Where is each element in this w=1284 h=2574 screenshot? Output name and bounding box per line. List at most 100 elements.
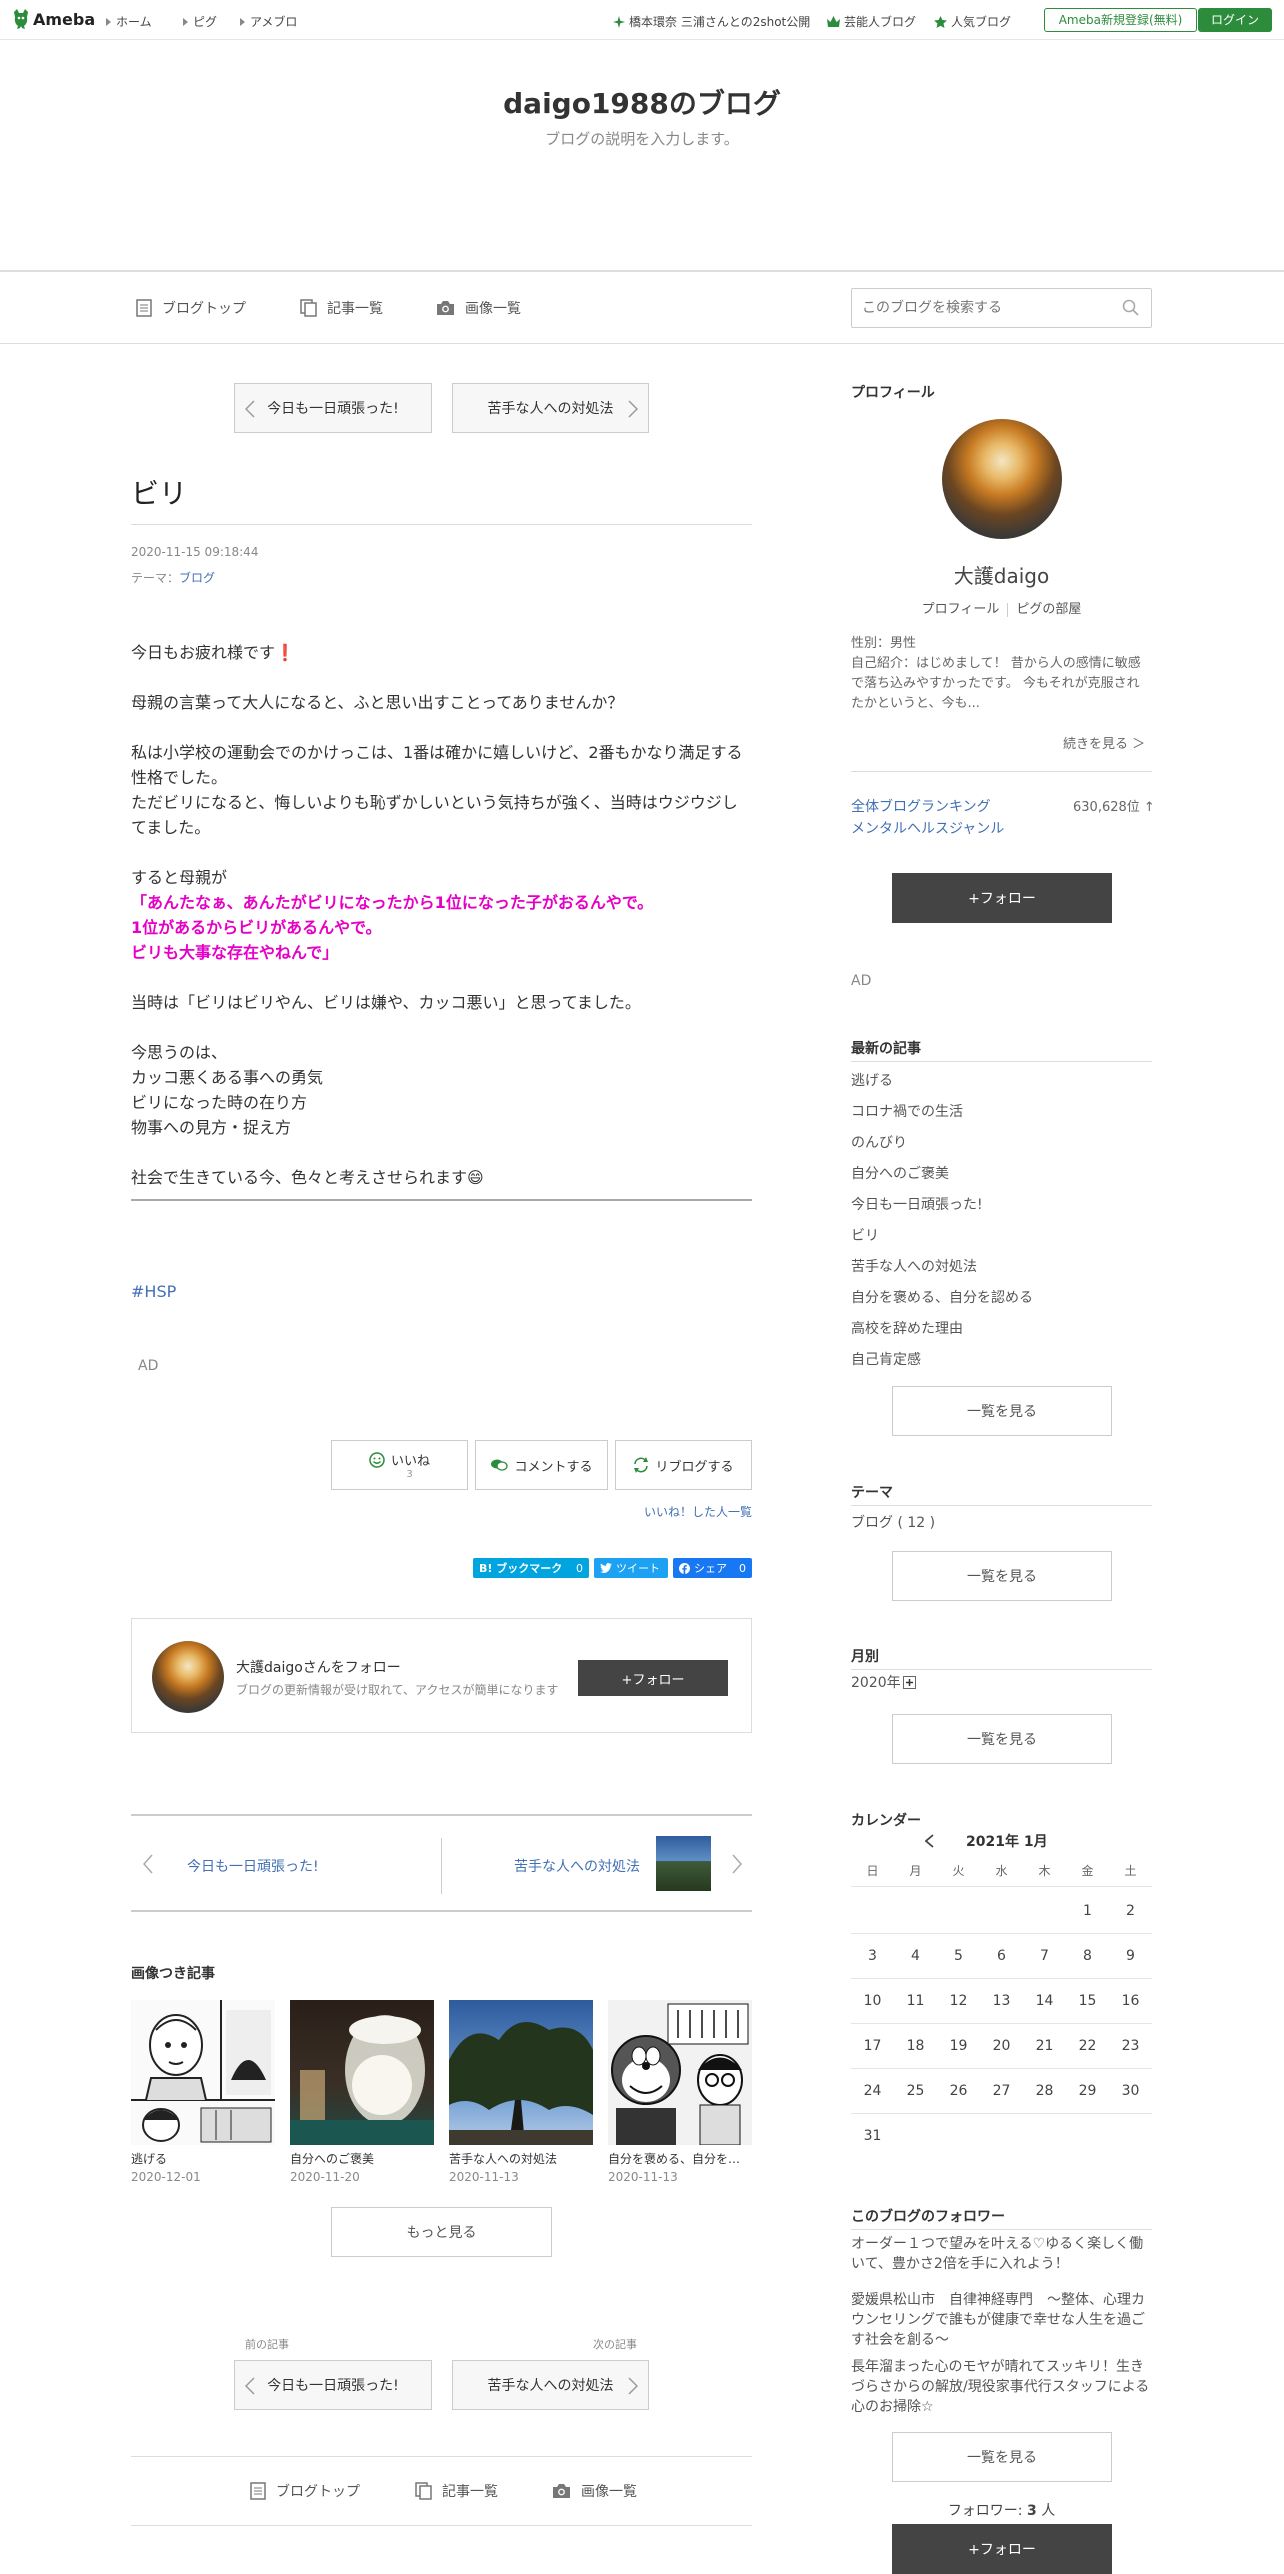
prev-article-button[interactable]: 今日も一日頑張った! xyxy=(234,383,432,433)
next-entry-link[interactable]: 苦手な人への対処法 xyxy=(514,1856,640,1876)
facebook-share-button[interactable]: シェア 0 xyxy=(673,1558,752,1578)
expand-plus-icon[interactable] xyxy=(902,1675,916,1689)
topnav-ameblo[interactable]: アメブロ xyxy=(240,13,297,30)
blog-search-input[interactable] xyxy=(852,289,1112,327)
avatar[interactable] xyxy=(152,1641,224,1713)
like-list-link[interactable]: いいね！した人一覧 xyxy=(644,1503,752,1520)
prev-article-button[interactable]: 今日も一日頑張った! xyxy=(234,2360,432,2410)
monthly-more-button[interactable]: 一覧を見る xyxy=(892,1714,1112,1764)
reblog-button[interactable]: リブログする xyxy=(615,1440,752,1490)
blognav-entries[interactable]: 記事一覧 xyxy=(300,298,383,318)
profile-avatar[interactable] xyxy=(942,419,1062,539)
hatena-bookmark-button[interactable]: B! ブックマーク 0 xyxy=(473,1558,589,1578)
article-quote: ビリも大事な存在やねんで」 xyxy=(131,943,339,962)
followers-follow-button[interactable]: +フォロー xyxy=(892,2524,1112,2574)
calendar-day: 2 xyxy=(1126,1903,1135,1919)
recent-post-link[interactable]: 苦手な人への対処法 xyxy=(851,1252,1033,1283)
calendar-day: 20 xyxy=(992,2038,1011,2054)
chevron-left-icon[interactable] xyxy=(925,1834,934,1848)
blognav-images[interactable]: 画像一覧 xyxy=(436,298,521,318)
image-post-title[interactable]: 自分へのご褒美 xyxy=(290,2150,440,2167)
sparkle-icon xyxy=(613,15,625,28)
sidebar-follow-button[interactable]: +フォロー xyxy=(892,873,1112,923)
article-paragraph: すると母親が xyxy=(131,868,228,887)
recent-post-link[interactable]: 今日も一日頑張った! xyxy=(851,1190,1033,1221)
theme-link[interactable]: ブログ xyxy=(179,571,215,585)
image-post-title[interactable]: 苦手な人への対処法 xyxy=(449,2150,599,2167)
image-post-thumbnail[interactable] xyxy=(290,2000,434,2145)
followers-more-button[interactable]: 一覧を見る xyxy=(892,2432,1112,2482)
hashtag-link[interactable]: #HSP xyxy=(131,1282,176,1301)
follow-button[interactable]: +フォロー xyxy=(578,1660,728,1696)
pigg-room-link[interactable]: ピグの部屋 xyxy=(1016,602,1081,617)
blognav-top[interactable]: ブログトップ xyxy=(250,2481,360,2501)
themes-more-button[interactable]: 一覧を見る xyxy=(892,1551,1112,1601)
blognav-top[interactable]: ブログトップ xyxy=(136,298,246,318)
blog-title[interactable]: daigo1988のブログ xyxy=(0,82,1284,122)
theme-link[interactable]: ブログ ( 12 ) xyxy=(851,1508,935,1539)
prev-entry-link[interactable]: 今日も一日頑張った! xyxy=(187,1856,319,1876)
ameba-logo[interactable]: Ameba xyxy=(12,8,95,30)
image-post-date: 2020-11-20 xyxy=(290,2170,360,2184)
calendar-weekday: 火 xyxy=(952,1864,965,1878)
hatena-count: 0 xyxy=(576,1561,583,1575)
recent-posts-more-button[interactable]: 一覧を見る xyxy=(892,1386,1112,1436)
toplink-celeb-blog[interactable]: 芸能人ブログ xyxy=(827,13,916,30)
comment-button[interactable]: コメントする xyxy=(475,1440,608,1490)
recent-post-link[interactable]: 自己肯定感 xyxy=(851,1345,1033,1376)
next-article-button[interactable]: 苦手な人への対処法 xyxy=(452,383,649,433)
grinning-face-icon: 😄 xyxy=(467,1168,484,1187)
tweet-button[interactable]: ツイート xyxy=(594,1558,668,1578)
chevron-left-icon[interactable] xyxy=(143,1854,153,1874)
ranking-value: 630,628位 ↑ xyxy=(1073,800,1155,815)
recent-post-link[interactable]: ビリ xyxy=(851,1221,1033,1252)
reblog-icon xyxy=(634,1457,649,1473)
divider xyxy=(851,2229,1152,2230)
follower-item[interactable]: 愛媛県松山市 自律神経専門 〜整体、心理カウンセリングで誰もが健康で幸せな人生を… xyxy=(851,2290,1152,2350)
profile-more-link[interactable]: 続きを見る ＞ xyxy=(1063,733,1145,752)
divider xyxy=(851,1061,1152,1062)
profile-intro: 自己紹介：はじめまして！ 昔から人の感情に敏感で落ち込みやすかったです。 今もそ… xyxy=(851,656,1141,711)
calendar-day: 21 xyxy=(1035,2038,1054,2054)
ranking-genre-link[interactable]: メンタルヘルスジャンル xyxy=(851,818,1004,840)
next-entry-thumbnail[interactable] xyxy=(656,1836,711,1891)
follower-item[interactable]: 長年溜まった心のモヤが晴れてスッキリ！生きづらさからの解放/現役家事代行スタッフ… xyxy=(851,2357,1152,2417)
recent-post-link[interactable]: 逃げる xyxy=(851,1066,1033,1097)
image-post-title[interactable]: 逃げる xyxy=(131,2150,281,2167)
copy-icon xyxy=(300,299,317,317)
blog-search[interactable] xyxy=(851,288,1152,328)
more-images-button[interactable]: もっと見る xyxy=(331,2207,552,2257)
search-icon[interactable] xyxy=(1122,299,1139,316)
recent-post-link[interactable]: 自分へのご褒美 xyxy=(851,1159,1033,1190)
next-article-button[interactable]: 苦手な人への対処法 xyxy=(452,2360,649,2410)
like-count: 3 xyxy=(406,1469,413,1480)
register-button[interactable]: Ameba新規登録(無料) xyxy=(1044,8,1197,32)
monthly-year-row[interactable]: 2020年 xyxy=(851,1672,916,1692)
toplink-news[interactable]: 橋本環奈 三浦さんとの2shot公開 xyxy=(613,13,810,30)
recent-post-link[interactable]: のんびり xyxy=(851,1128,1033,1159)
image-post-thumbnail[interactable] xyxy=(449,2000,593,2145)
article-title[interactable]: ビリ xyxy=(131,472,187,512)
profile-link[interactable]: プロフィール xyxy=(922,602,1000,617)
recent-post-link[interactable]: 自分を褒める、自分を認める xyxy=(851,1283,1033,1314)
like-label: いいね xyxy=(390,1454,430,1469)
ranking-all-link[interactable]: 全体ブログランキング xyxy=(851,796,1004,818)
profile-name[interactable]: 大護daigo xyxy=(851,560,1152,589)
blognav-entries[interactable]: 記事一覧 xyxy=(415,2481,498,2501)
toplink-popular-blog[interactable]: 人気ブログ xyxy=(934,13,1011,30)
follower-item[interactable]: オーダー１つで望みを叶える♡ゆるく楽しく働いて、豊かさ2倍を手に入れよう！ xyxy=(851,2234,1152,2274)
image-post-title[interactable]: 自分を褒める、自分を… xyxy=(608,2150,752,2167)
image-post-thumbnail[interactable] xyxy=(608,2000,752,2145)
topnav-pigg[interactable]: ピグ xyxy=(183,13,217,30)
recent-post-link[interactable]: コロナ禍での生活 xyxy=(851,1097,1033,1128)
blognav-images[interactable]: 画像一覧 xyxy=(552,2481,637,2501)
like-button[interactable]: いいね 3 xyxy=(331,1440,468,1490)
followers-heading: このブログのフォロワー xyxy=(851,2209,1005,2225)
recent-post-link[interactable]: 高校を辞めた理由 xyxy=(851,1314,1033,1345)
login-button[interactable]: ログイン xyxy=(1198,8,1272,32)
toplink-popular-blog-label: 人気ブログ xyxy=(951,15,1012,29)
toplink-celeb-blog-label: 芸能人ブログ xyxy=(844,15,917,29)
topnav-home[interactable]: ホーム xyxy=(106,13,152,30)
image-post-thumbnail[interactable] xyxy=(131,2000,275,2145)
chevron-right-icon[interactable] xyxy=(732,1854,742,1874)
